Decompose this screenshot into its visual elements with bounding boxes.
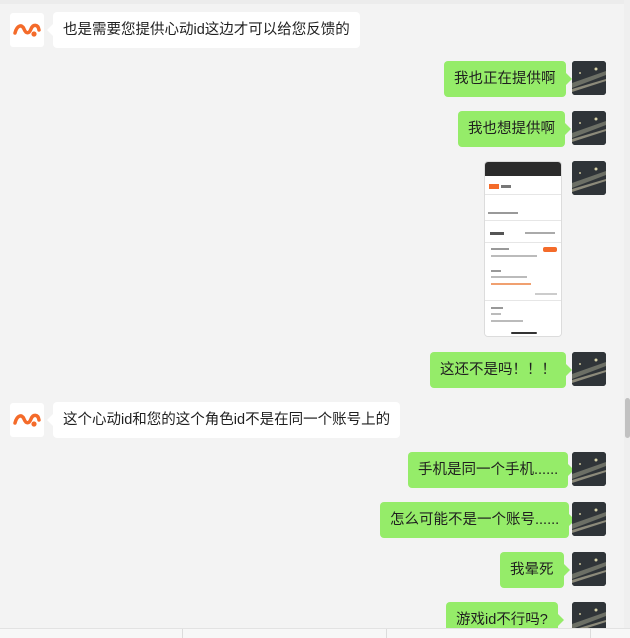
user-avatar[interactable]: [572, 352, 606, 386]
user-avatar[interactable]: [572, 161, 606, 195]
message-row-outgoing: 怎么可能不是一个账号......: [0, 502, 624, 538]
message-row-outgoing: 手机是同一个手机......: [0, 452, 624, 488]
user-avatar[interactable]: [572, 452, 606, 486]
agent-avatar[interactable]: [10, 13, 44, 47]
dark-photo-avatar: [572, 452, 606, 486]
message-bubble-outgoing[interactable]: 我也想提供啊: [458, 111, 571, 147]
chat-scrollbar[interactable]: [624, 0, 630, 637]
dark-photo-avatar: [572, 111, 606, 145]
screenshot-image-message[interactable]: [484, 161, 562, 337]
chat-message-list[interactable]: 也是需要您提供心动id这边才可以给您反馈的 我也正在提供啊 我也想提供啊 这还不…: [0, 0, 624, 638]
scrollbar-thumb[interactable]: [625, 398, 630, 438]
orange-wave-logo-icon: [13, 413, 41, 427]
message-bubble-outgoing[interactable]: 这还不是吗！！！: [430, 352, 572, 388]
dark-photo-avatar: [572, 61, 606, 95]
message-row-incoming: 也是需要您提供心动id这边才可以给您反馈的: [0, 12, 624, 48]
user-avatar[interactable]: [572, 552, 606, 586]
user-avatar[interactable]: [572, 61, 606, 95]
message-row-outgoing: 我也正在提供啊: [0, 61, 624, 97]
message-bubble-outgoing[interactable]: 我晕死: [500, 552, 569, 588]
dark-photo-avatar: [572, 502, 606, 536]
user-avatar[interactable]: [572, 502, 606, 536]
message-row-outgoing: 这还不是吗！！！: [0, 352, 624, 388]
message-bubble-outgoing[interactable]: 我也正在提供啊: [444, 61, 571, 97]
agent-avatar[interactable]: [10, 403, 44, 437]
dark-photo-avatar: [572, 352, 606, 386]
message-row-outgoing: 我晕死: [0, 552, 624, 588]
message-bubble-outgoing[interactable]: 手机是同一个手机......: [408, 452, 575, 488]
message-bubble-outgoing[interactable]: 怎么可能不是一个账号......: [380, 502, 576, 538]
message-bubble-incoming[interactable]: 这个心动id和您的这个角色id不是在同一个账号上的: [46, 402, 401, 438]
message-row-incoming: 这个心动id和您的这个角色id不是在同一个账号上的: [0, 402, 624, 438]
user-avatar[interactable]: [572, 111, 606, 145]
message-row-outgoing: 我也想提供啊: [0, 111, 624, 147]
dark-photo-avatar: [572, 552, 606, 586]
phone-screenshot-thumbnail: [485, 162, 561, 336]
orange-wave-logo-icon: [13, 23, 41, 37]
message-bubble-incoming[interactable]: 也是需要您提供心动id这边才可以给您反馈的: [47, 12, 360, 48]
message-row-outgoing: [0, 161, 624, 337]
dark-photo-avatar: [572, 161, 606, 195]
